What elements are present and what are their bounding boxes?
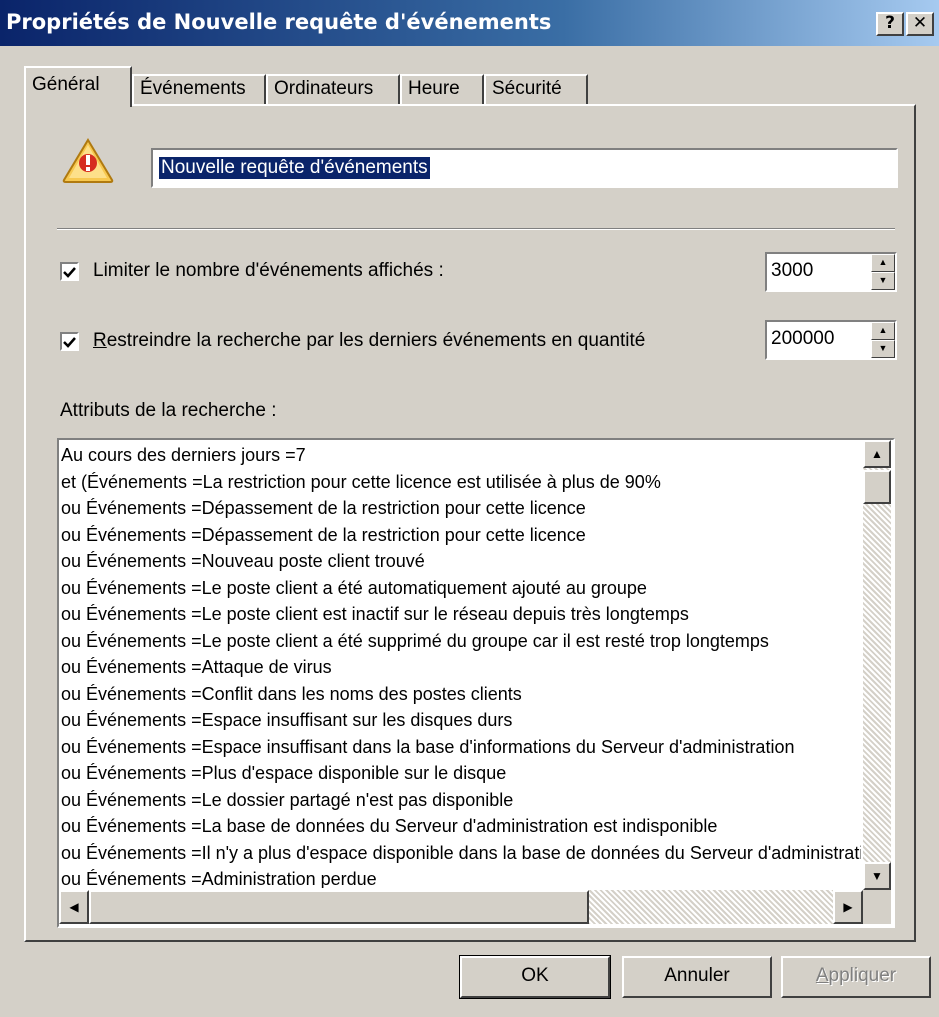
close-button[interactable]: ✕	[906, 12, 934, 36]
apply-button[interactable]: Appliquer	[781, 956, 931, 998]
restrict-search-stepper[interactable]: 200000 ▲ ▼	[765, 320, 897, 360]
tab-evenements[interactable]: Événements	[132, 74, 266, 105]
tab-heure[interactable]: Heure	[400, 74, 484, 105]
query-name-input[interactable]: Nouvelle requête d'événements	[151, 148, 898, 188]
limit-events-stepper[interactable]: 3000 ▲ ▼	[765, 252, 897, 292]
limit-events-checkbox[interactable]	[60, 262, 79, 281]
restrict-search-label: Restreindre la recherche par les dernier…	[93, 330, 646, 351]
list-item[interactable]: Au cours des derniers jours =7	[61, 442, 861, 469]
list-item[interactable]: ou Événements =Dépassement de la restric…	[61, 522, 861, 549]
vertical-scroll-thumb[interactable]	[863, 470, 891, 504]
scroll-right-button[interactable]: ▶	[833, 890, 863, 924]
list-item[interactable]: ou Événements =Administration perdue	[61, 866, 861, 888]
scroll-up-button[interactable]: ▲	[863, 440, 891, 468]
list-item[interactable]: ou Événements =Conflit dans les noms des…	[61, 681, 861, 708]
attributes-label: Attributs de la recherche :	[60, 400, 277, 421]
list-item[interactable]: ou Événements =Plus d'espace disponible …	[61, 760, 861, 787]
horizontal-scroll-thumb[interactable]	[89, 890, 589, 924]
horizontal-scrollbar[interactable]: ◀ ▶	[59, 890, 863, 924]
attributes-lines: Au cours des derniers jours =7 et (Événem…	[61, 442, 861, 888]
spin-down-button[interactable]: ▼	[871, 272, 895, 290]
cancel-button[interactable]: Annuler	[622, 956, 772, 998]
list-item[interactable]: ou Événements =La base de données du Ser…	[61, 813, 861, 840]
tab-ordinateurs[interactable]: Ordinateurs	[266, 74, 400, 105]
spin-up-button[interactable]: ▲	[871, 322, 895, 340]
scroll-down-button[interactable]: ▼	[863, 862, 891, 890]
warning-icon	[61, 137, 115, 191]
scroll-left-button[interactable]: ◀	[59, 890, 89, 924]
list-item[interactable]: ou Événements =Le poste client est inact…	[61, 601, 861, 628]
help-button[interactable]: ?	[876, 12, 904, 36]
list-item[interactable]: et (Événements =La restriction pour cett…	[61, 469, 861, 496]
window-title: Propriétés de Nouvelle requête d'événeme…	[6, 10, 552, 34]
list-item[interactable]: ou Événements =Le poste client a été aut…	[61, 575, 861, 602]
checkmark-icon	[63, 267, 76, 278]
list-item[interactable]: ou Événements =Attaque de virus	[61, 654, 861, 681]
tab-securite[interactable]: Sécurité	[484, 74, 588, 105]
attributes-list[interactable]: Au cours des derniers jours =7 et (Événem…	[57, 438, 895, 928]
query-name-value: Nouvelle requête d'événements	[159, 157, 430, 179]
checkmark-icon	[63, 337, 76, 348]
vertical-scrollbar[interactable]: ▲ ▼	[863, 440, 891, 890]
limit-events-value: 3000	[771, 260, 814, 281]
list-item[interactable]: ou Événements =Dépassement de la restric…	[61, 495, 861, 522]
ok-button[interactable]: OK	[459, 955, 611, 999]
list-item[interactable]: ou Événements =Espace insuffisant sur le…	[61, 707, 861, 734]
list-item[interactable]: ou Événements =Le poste client a été sup…	[61, 628, 861, 655]
spin-up-button[interactable]: ▲	[871, 254, 895, 272]
scroll-corner	[863, 890, 891, 924]
restrict-search-value: 200000	[771, 328, 835, 349]
limit-events-label: Limiter le nombre d'événements affichés …	[93, 260, 444, 281]
spin-down-button[interactable]: ▼	[871, 340, 895, 358]
list-item[interactable]: ou Événements =Nouveau poste client trou…	[61, 548, 861, 575]
restrict-search-checkbox[interactable]	[60, 332, 79, 351]
title-bar[interactable]: Propriétés de Nouvelle requête d'événeme…	[0, 0, 939, 46]
list-item[interactable]: ou Événements =Le dossier partagé n'est …	[61, 787, 861, 814]
separator	[57, 228, 895, 230]
list-item[interactable]: ou Événements =Espace insuffisant dans l…	[61, 734, 861, 761]
list-item[interactable]: ou Événements =Il n'y a plus d'espace di…	[61, 840, 861, 867]
tab-general[interactable]: Général	[24, 66, 132, 107]
